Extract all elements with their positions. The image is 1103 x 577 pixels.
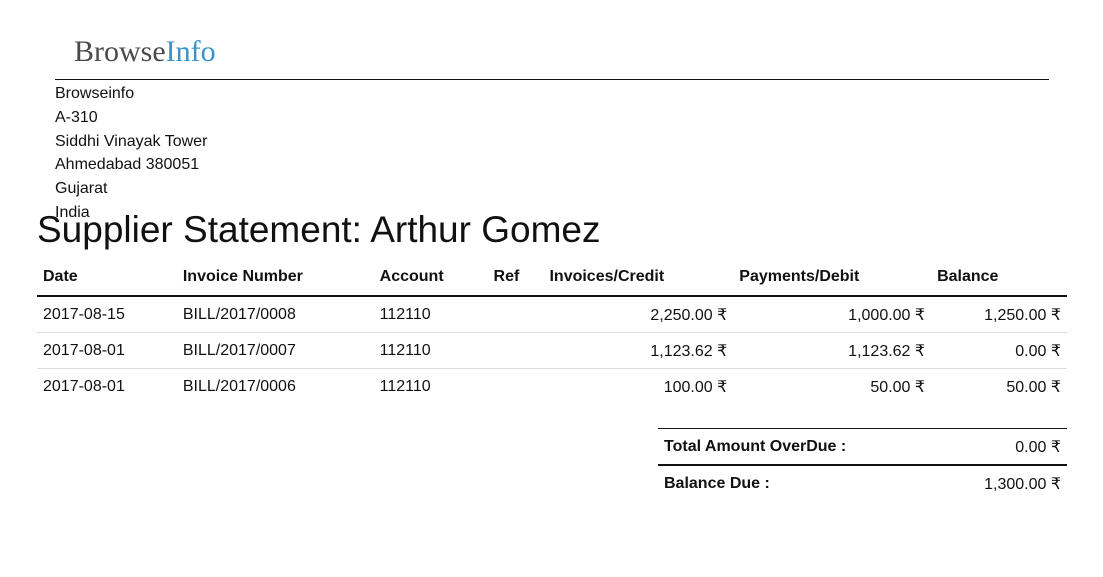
cell-invoices-credit: 2,250.00 ₹ [650,306,728,324]
logo-text-browse: Browse [74,35,166,68]
total-overdue-row: Total Amount OverDue : 0.00 ₹ [658,428,1067,465]
cell-payments-debit: 1,123.62 ₹ [733,332,932,369]
table-row: 2017-08-01 BILL/2017/0007 112110 1,123.6… [37,332,1067,369]
table-row: 2017-08-01 BILL/2017/0006 112110 100.00 … [37,368,1067,404]
table-row: 2017-08-15 BILL/2017/0008 112110 2,250.0… [37,296,1067,333]
cell-ref [487,368,544,404]
statement-title: Supplier Statement: Arthur Gomez [37,209,601,250]
cell-balance: 1,250.00 ₹ [984,306,1061,324]
column-header-invoice-number: Invoice Number [176,259,374,297]
company-name: Browseinfo [55,85,135,102]
cell-account: 112110 [379,305,431,323]
cell-invoice-number: BILL/2017/0006 [176,368,374,404]
header-divider [55,79,1049,80]
total-overdue-value: 0.00 ₹ [938,428,1067,465]
cell-date: 2017-08-01 [37,332,177,369]
cell-ref [488,296,544,333]
statement-lines-table: Date Invoice Number Account Ref Invoices… [37,259,1067,404]
column-header-payments-debit: Payments/Debit [733,259,932,297]
cell-invoices-credit: 100.00 ₹ [543,368,734,404]
balance-due-row: Balance Due : 1,300.00 ₹ [658,464,1067,501]
cell-invoice-number: BILL/2017/0008 [182,305,296,323]
cell-balance: 50.00 ₹ [931,368,1067,404]
totals-table: Total Amount OverDue : 0.00 ₹ Balance Du… [658,428,1067,501]
column-header-account: Account [373,259,488,297]
cell-date: 2017-08-01 [37,368,177,404]
company-logo: BrowseInfo [74,34,216,70]
address-line: Gujarat [55,180,108,198]
column-header-invoices-credit: Invoices/Credit [543,259,734,297]
table-header-row: Date Invoice Number Account Ref Invoices… [37,259,1067,297]
column-header-date: Date [37,259,177,297]
address-line: Ahmedabad 380051 [55,156,200,174]
balance-due-label: Balance Due : [658,464,939,501]
cell-invoices-credit: 1,123.62 ₹ [543,332,734,369]
cell-payments-debit: 1,000.00 ₹ [848,306,926,324]
logo-text-info: Info [165,35,216,68]
address-line: A-310 [55,108,98,126]
cell-payments-debit: 50.00 ₹ [733,368,932,404]
company-address: Browseinfo A-310 Siddhi Vinayak Tower Ah… [55,82,207,225]
cell-account: 112110 [373,368,488,404]
cell-account: 112110 [373,332,488,369]
total-overdue-label: Total Amount OverDue : [658,428,939,465]
cell-balance: 0.00 ₹ [931,332,1067,369]
balance-due-value: 1,300.00 ₹ [938,464,1067,501]
column-header-balance: Balance [931,259,1067,297]
column-header-ref: Ref [487,259,544,297]
address-line: Siddhi Vinayak Tower [55,132,208,150]
cell-ref [487,332,544,369]
cell-invoice-number: BILL/2017/0007 [176,332,374,369]
cell-date: 2017-08-15 [43,305,125,323]
